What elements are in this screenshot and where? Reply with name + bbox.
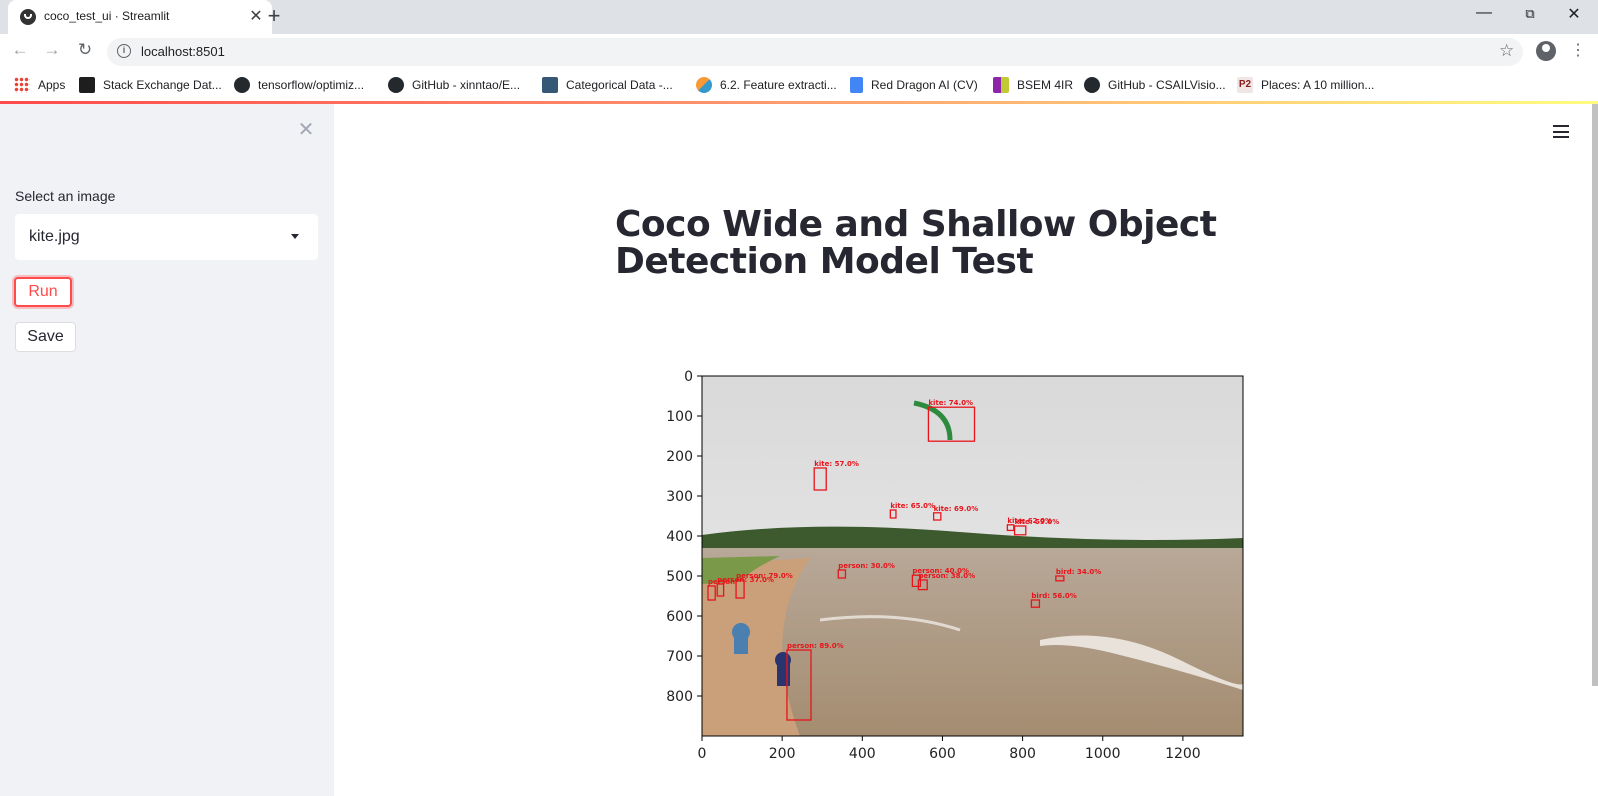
run-button[interactable]: Run xyxy=(14,277,72,307)
detection-label: person: 89.0% xyxy=(787,642,844,650)
streamlit-favicon-icon xyxy=(20,9,36,25)
bookmark-apps[interactable]: Apps xyxy=(14,76,65,94)
reload-icon[interactable]: ↻ xyxy=(73,40,97,60)
site-info-icon[interactable]: i xyxy=(117,44,131,58)
bookmark-label: 6.2. Feature extracti... xyxy=(720,78,837,92)
detection-label: kite: 59.0% xyxy=(1015,518,1060,526)
x-tick-label: 1000 xyxy=(1085,746,1121,762)
bookmark-star-icon[interactable]: ☆ xyxy=(1499,41,1514,61)
select-image-label: Select an image xyxy=(15,188,116,204)
detection-label: person: 30.0% xyxy=(838,562,895,570)
selected-image-value: kite.jpg xyxy=(29,228,80,245)
bookmark-feature-extraction[interactable]: 6.2. Feature extracti... xyxy=(696,76,837,94)
bookmark-places[interactable]: P2 Places: A 10 million... xyxy=(1237,76,1374,94)
bookmark-bsem[interactable]: BSEM 4IR xyxy=(993,76,1073,94)
p2-icon: P2 xyxy=(1237,77,1253,93)
bookmark-label: tensorflow/optimiz... xyxy=(258,78,365,92)
browser-tab[interactable]: coco_test_ui · Streamlit ✕ xyxy=(8,0,272,34)
y-tick-label: 200 xyxy=(666,449,693,465)
tds-icon xyxy=(542,77,558,93)
bookmark-tensorflow[interactable]: tensorflow/optimiz... xyxy=(234,76,364,94)
bookmark-stack-exchange[interactable]: Stack Exchange Dat... xyxy=(79,76,222,94)
x-tick-label: 600 xyxy=(929,746,956,762)
detection-label: person: 38.0% xyxy=(918,572,975,580)
save-button[interactable]: Save xyxy=(15,322,76,352)
new-tab-button[interactable]: + xyxy=(260,3,288,29)
x-tick-label: 400 xyxy=(849,746,876,762)
bookmark-label: Apps xyxy=(38,78,66,92)
bookmark-red-dragon[interactable]: Red Dragon AI (CV) xyxy=(850,76,978,94)
bookmark-label: Categorical Data -... xyxy=(566,78,673,92)
bookmark-label: Stack Exchange Dat... xyxy=(103,78,222,92)
y-axis: 0 100 200 300 400 500 600 700 800 xyxy=(666,370,702,705)
x-tick-label: 0 xyxy=(698,746,707,762)
browser-menu-icon[interactable]: ⋮ xyxy=(1570,40,1586,60)
y-tick-label: 700 xyxy=(666,649,693,665)
stack-exchange-icon xyxy=(79,77,95,93)
detection-label: person xyxy=(708,578,735,586)
apps-grid-icon xyxy=(14,77,30,93)
restore-window-button[interactable]: ⧉ xyxy=(1508,6,1552,22)
x-tick-label: 200 xyxy=(769,746,796,762)
bookmark-label: Red Dragon AI (CV) xyxy=(871,78,978,92)
caret-down-icon xyxy=(291,234,299,239)
detection-label: kite: 57.0% xyxy=(814,460,859,468)
github-icon xyxy=(234,77,250,93)
bookmark-label: Places: A 10 million... xyxy=(1261,78,1375,92)
detection-label: bird: 56.0% xyxy=(1031,592,1076,600)
hamburger-menu-icon[interactable] xyxy=(1553,125,1569,138)
bookmark-categorical-data[interactable]: Categorical Data -... xyxy=(542,76,673,94)
minimize-window-button[interactable]: — xyxy=(1462,4,1506,22)
bookmark-label: GitHub - xinntao/E... xyxy=(412,78,521,92)
y-tick-label: 600 xyxy=(666,609,693,625)
github-icon xyxy=(1084,77,1100,93)
bookmark-github-xinntao[interactable]: GitHub - xinntao/E... xyxy=(388,76,520,94)
detection-label: kite: 74.0% xyxy=(928,399,973,407)
detection-plot: kite: 74.0% kite: 57.0% kite: 65.0%kite: 6… xyxy=(666,370,1244,762)
y-tick-label: 100 xyxy=(666,409,693,425)
bsem-icon xyxy=(993,77,1009,93)
y-tick-label: 500 xyxy=(666,569,693,585)
detection-label: kite: 65.0% xyxy=(890,502,935,510)
page-title: Coco Wide and Shallow Object Detection M… xyxy=(615,204,1217,282)
image-select[interactable]: kite.jpg xyxy=(15,214,318,260)
y-tick-label: 0 xyxy=(684,370,693,385)
sklearn-icon xyxy=(696,77,712,93)
url-text: localhost:8501 xyxy=(141,44,225,59)
y-tick-label: 300 xyxy=(666,489,693,505)
y-tick-label: 800 xyxy=(666,689,693,705)
address-bar[interactable]: i localhost:8501 ☆ xyxy=(107,38,1523,66)
y-tick-label: 400 xyxy=(666,529,693,545)
x-tick-label: 1200 xyxy=(1165,746,1201,762)
bookmark-label: GitHub - CSAILVisio... xyxy=(1108,78,1226,92)
close-window-button[interactable]: ✕ xyxy=(1552,4,1596,24)
google-docs-icon xyxy=(850,77,863,93)
profile-avatar-icon[interactable] xyxy=(1536,41,1556,61)
bookmark-github-csail[interactable]: GitHub - CSAILVisio... xyxy=(1084,76,1226,94)
detection-label: bird: 34.0% xyxy=(1056,568,1101,576)
detection-label: kite: 69.0% xyxy=(934,505,979,513)
back-arrow-icon[interactable]: ← xyxy=(8,40,32,60)
scrollbar[interactable] xyxy=(1592,104,1598,686)
kite-beach-photo xyxy=(702,376,1244,736)
x-tick-label: 800 xyxy=(1009,746,1036,762)
forward-arrow-icon[interactable]: → xyxy=(40,40,64,60)
x-axis: 0 200 400 600 800 1000 1200 xyxy=(698,736,1201,762)
sidebar-close-icon[interactable]: ✕ xyxy=(296,117,316,142)
bookmark-label: BSEM 4IR xyxy=(1017,78,1074,92)
github-icon xyxy=(388,77,404,93)
sidebar xyxy=(0,104,334,796)
tab-title: coco_test_ui · Streamlit xyxy=(44,9,170,23)
